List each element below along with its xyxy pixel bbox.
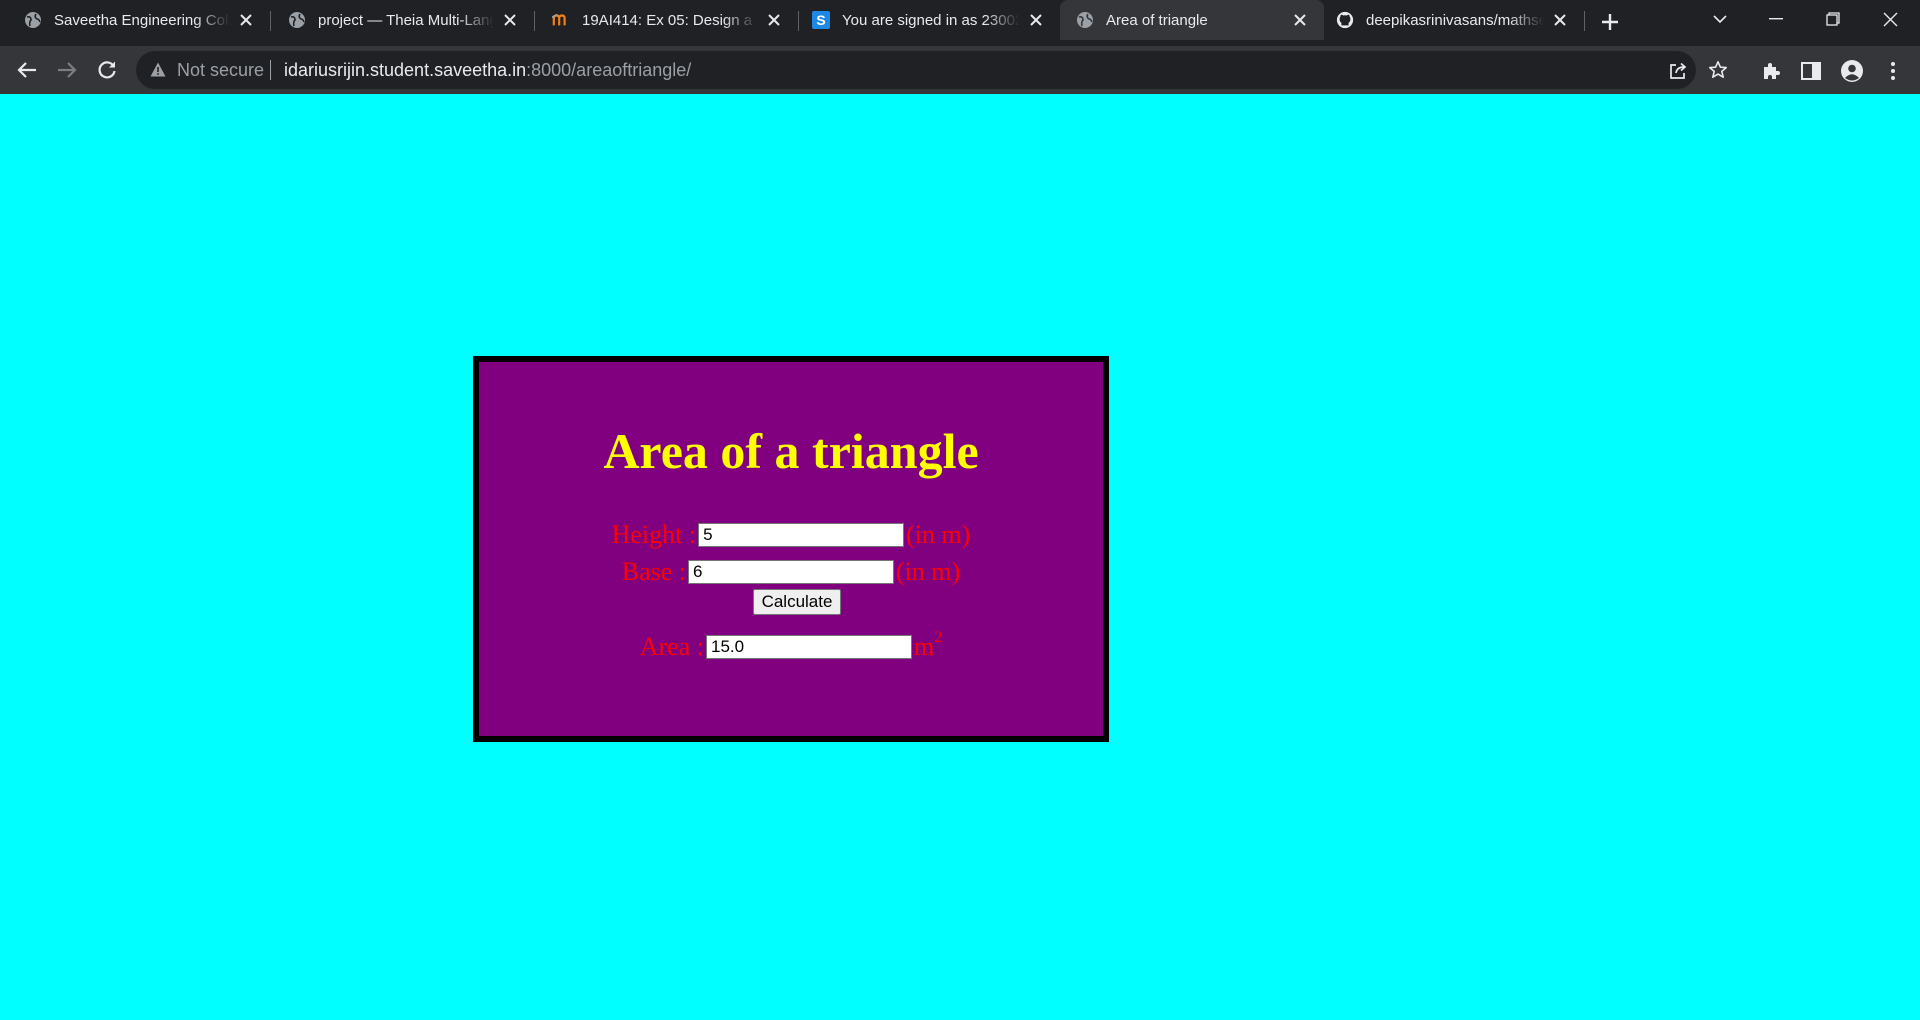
- svg-text:S: S: [816, 12, 825, 28]
- tab-github-mathserver[interactable]: deepikasrinivasans/mathserver: [1324, 0, 1584, 40]
- area-unit-base: m: [914, 632, 935, 661]
- extensions-puzzle-icon[interactable]: [1760, 60, 1782, 82]
- close-tab-icon[interactable]: [1290, 10, 1310, 30]
- close-tab-icon[interactable]: [764, 10, 784, 30]
- close-tab-icon[interactable]: [1026, 10, 1046, 30]
- moodle-icon: [552, 11, 570, 29]
- tab-signed-in[interactable]: S You are signed in as 230028: [798, 0, 1060, 40]
- height-row: Height : (in m): [479, 520, 1103, 550]
- restore-icon[interactable]: [1805, 0, 1861, 38]
- close-window-icon[interactable]: [1862, 0, 1918, 38]
- page-title: Area of a triangle: [603, 423, 979, 479]
- s-logo-icon: S: [812, 11, 830, 29]
- close-tab-icon[interactable]: [236, 10, 256, 30]
- url-text[interactable]: idariusrijin.student.saveetha.in:8000/ar…: [284, 60, 691, 81]
- tab-saveetha[interactable]: Saveetha Engineering College: [0, 0, 270, 40]
- tab-title: You are signed in as 230028: [842, 11, 1020, 29]
- globe-icon: [288, 11, 306, 29]
- base-row: Base : (in m): [479, 557, 1103, 587]
- area-label: Area :: [639, 632, 704, 661]
- area-unit: m2: [914, 629, 943, 662]
- minimize-icon[interactable]: [1748, 0, 1804, 38]
- reload-button[interactable]: [93, 56, 121, 84]
- tab-title: 19AI414: Ex 05: Design a Web: [582, 11, 758, 29]
- url-path: :8000/areaoftriangle/: [526, 60, 692, 80]
- github-icon: [1336, 11, 1354, 29]
- tab-search-icon[interactable]: [1692, 0, 1748, 38]
- tab-area-of-triangle[interactable]: Area of triangle: [1060, 0, 1324, 40]
- bookmark-star-icon[interactable]: [1708, 60, 1728, 80]
- calculate-button[interactable]: Calculate: [753, 589, 841, 615]
- tab-strip: Saveetha Engineering College project — T…: [0, 0, 1920, 46]
- address-divider: [270, 60, 271, 80]
- height-label: Height :: [611, 520, 697, 549]
- tab-theia-project[interactable]: project — Theia Multi-Language: [270, 0, 534, 40]
- not-secure-label[interactable]: Not secure: [177, 60, 264, 81]
- warning-icon[interactable]: [150, 62, 166, 82]
- back-button[interactable]: [13, 56, 41, 84]
- base-label: Base :: [621, 557, 686, 586]
- tab-title: Saveetha Engineering College: [54, 11, 230, 29]
- triangle-area-form-card: Area of a triangle Height : (in m) Base …: [473, 356, 1109, 742]
- tab-divider: [1584, 11, 1585, 31]
- close-tab-icon[interactable]: [1550, 10, 1570, 30]
- area-row: Area : m2: [479, 629, 1103, 662]
- tab-title: project — Theia Multi-Language: [318, 11, 494, 29]
- globe-icon: [24, 11, 42, 29]
- area-output[interactable]: [706, 635, 912, 659]
- address-bar[interactable]: Not secure idariusrijin.student.saveetha…: [136, 51, 1727, 89]
- globe-icon: [1076, 11, 1094, 29]
- page-content: Area of a triangle Height : (in m) Base …: [0, 94, 1920, 1020]
- side-panel-icon[interactable]: [1800, 60, 1822, 82]
- menu-kebab-icon[interactable]: [1882, 60, 1904, 82]
- tab-title: deepikasrinivasans/mathserver: [1366, 11, 1544, 29]
- tab-title: Area of triangle: [1106, 11, 1208, 29]
- area-unit-exponent: 2: [934, 629, 943, 646]
- profile-avatar-icon[interactable]: [1841, 60, 1863, 82]
- close-tab-icon[interactable]: [500, 10, 520, 30]
- height-input[interactable]: [698, 523, 905, 547]
- base-unit: (in m): [896, 557, 961, 586]
- height-unit: (in m): [906, 520, 971, 549]
- tab-moodle-exercise[interactable]: 19AI414: Ex 05: Design a Web: [534, 0, 798, 40]
- share-icon[interactable]: [1668, 60, 1688, 80]
- browser-toolbar: Not secure idariusrijin.student.saveetha…: [0, 46, 1920, 94]
- forward-button[interactable]: [53, 56, 81, 84]
- new-tab-button[interactable]: [1596, 8, 1624, 36]
- url-host: idariusrijin.student.saveetha.in: [284, 60, 527, 80]
- base-input[interactable]: [688, 560, 894, 584]
